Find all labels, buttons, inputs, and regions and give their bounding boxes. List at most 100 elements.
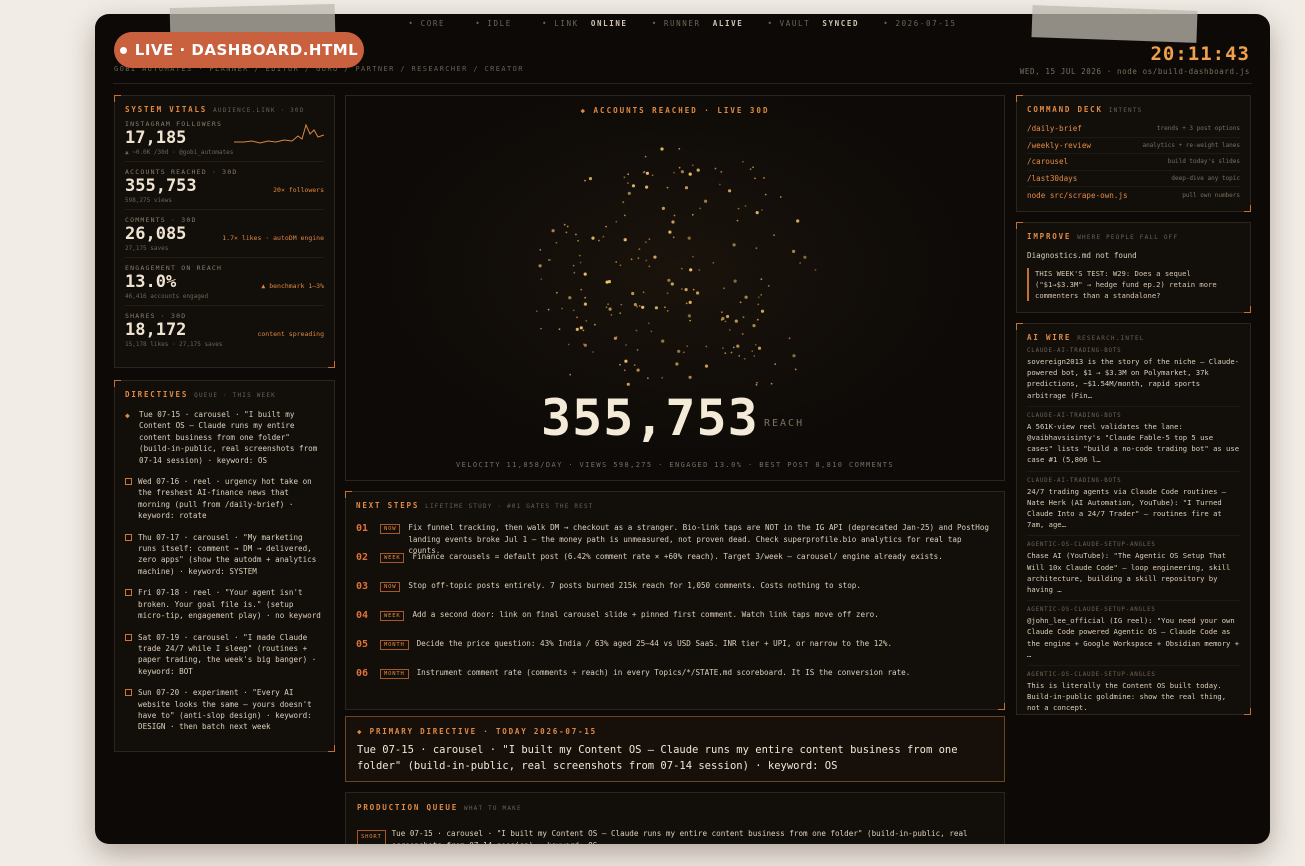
step-item[interactable]: 06 MONTH Instrument comment rate (commen… — [356, 667, 994, 696]
particle-dot — [651, 174, 654, 177]
particle-dot — [723, 287, 725, 290]
particle-dot — [704, 364, 709, 368]
particle-dot — [637, 257, 640, 260]
particle-dot — [623, 369, 626, 372]
particle-dot — [602, 235, 605, 238]
particle-dot — [756, 318, 759, 321]
particle-dot — [705, 345, 708, 348]
particle-dot — [686, 345, 689, 348]
particle-dot — [610, 314, 613, 316]
particle-dot — [757, 346, 762, 350]
particle-dot — [712, 262, 715, 264]
ai-wire-panel: AI WIRE RESEARCH.INTEL CLAUDE-AI-TRADING-… — [1016, 323, 1251, 715]
particle-dot — [673, 214, 676, 217]
command-item-daily-brief[interactable]: /daily-brief trends + 3 post options — [1027, 121, 1240, 138]
particle-dot — [752, 166, 754, 169]
command-item-weekly-review[interactable]: /weekly-review analytics + re-weight lan… — [1027, 138, 1240, 154]
particle-dot — [673, 171, 675, 174]
particle-dot — [680, 267, 683, 270]
particle-dot — [728, 189, 732, 193]
wire-item[interactable]: AGENTIC-OS-CLAUDE-SETUP-ANGLES @john_lee… — [1027, 607, 1240, 667]
sparkline-icon — [234, 123, 324, 144]
particle-dot — [721, 311, 723, 314]
checkbox-icon[interactable] — [125, 633, 132, 641]
particle-dot — [638, 248, 641, 251]
particle-dot — [645, 171, 649, 175]
particle-dot — [575, 327, 579, 331]
hero-stats: VELOCITY 11,858/DAY · VIEWS 598,275 · EN… — [456, 461, 894, 469]
particle-dot — [653, 255, 657, 259]
particle-dot — [540, 327, 542, 330]
particle-dot — [704, 199, 708, 203]
directive-item[interactable]: Wed 07-16 · reel · urgency hot take on t… — [125, 476, 324, 522]
particle-dot — [741, 333, 744, 335]
particle-dot — [583, 272, 587, 276]
checkbox-icon[interactable] — [125, 589, 132, 597]
particle-dot — [752, 324, 756, 328]
particle-dot — [667, 278, 671, 282]
directive-item[interactable]: ◆ Tue 07-15 · carousel · "I built my Con… — [125, 409, 324, 466]
particle-dot — [627, 191, 631, 195]
command-item-last30days[interactable]: /last30days deep-dive any topic — [1027, 171, 1240, 187]
particle-dot — [573, 271, 576, 274]
checkbox-icon[interactable] — [125, 478, 132, 486]
particle-dot — [551, 229, 555, 233]
wire-item[interactable]: CLAUDE-AI-TRADING-BOTS A 561K-view reel … — [1027, 413, 1240, 472]
checkbox-icon[interactable] — [125, 533, 132, 541]
particle-dot — [722, 347, 724, 350]
step-item[interactable]: 03 NOW Stop off-topic posts entirely. 7 … — [356, 580, 994, 609]
particle-dot — [591, 236, 595, 240]
particle-dot — [548, 259, 550, 261]
wire-item[interactable]: AGENTIC-OS-CLAUDE-SETUP-ANGLES Chase AI … — [1027, 542, 1240, 602]
particle-dot — [565, 231, 568, 234]
particle-dot — [688, 375, 692, 379]
particle-dot — [631, 184, 636, 188]
particle-dot — [688, 172, 692, 176]
particle-dot — [647, 322, 650, 325]
particle-dot — [572, 264, 575, 267]
particle-dot — [631, 291, 635, 296]
particle-dot — [696, 291, 700, 295]
particle-dot — [714, 167, 717, 170]
particle-dot — [648, 265, 651, 268]
particle-dot — [760, 294, 763, 296]
particle-dot — [678, 166, 681, 169]
step-item[interactable]: 05 MONTH Decide the price question: 43% … — [356, 638, 994, 667]
particle-dot — [732, 346, 735, 349]
directive-item[interactable]: Sat 07-19 · carousel · "I made Claude tr… — [125, 632, 324, 678]
particle-dot — [724, 352, 727, 355]
checkbox-icon[interactable] — [125, 689, 132, 697]
directive-item[interactable]: Thu 07-17 · carousel · "My marketing run… — [125, 532, 324, 578]
tape-strip-right — [1031, 5, 1198, 43]
particle-dot — [763, 177, 765, 179]
particle-dot — [760, 309, 765, 313]
particle-dot — [736, 344, 740, 348]
particle-dot — [680, 170, 684, 174]
particle-dot — [744, 205, 747, 207]
wire-item[interactable]: CLAUDE-AI-TRADING-BOTS 24/7 trading agen… — [1027, 478, 1240, 537]
clock: 20:11:43 — [1150, 43, 1250, 65]
particle-dot — [579, 261, 582, 264]
command-item-scrape-own[interactable]: node src/scrape-own.js pull own numbers — [1027, 187, 1240, 204]
directives-panel: DIRECTIVES QUEUE · THIS WEEK ◆ Tue 07-15 … — [114, 380, 335, 752]
particle-dot — [692, 288, 695, 291]
particle-dot — [773, 234, 775, 237]
panel-title: PRODUCTION QUEUE WHAT TO MAKE — [357, 803, 522, 812]
particle-dot — [647, 377, 649, 380]
particle-dot — [666, 186, 669, 189]
particle-dot — [687, 236, 691, 240]
directive-item[interactable]: Sun 07-20 · experiment · "Every AI websi… — [125, 687, 324, 733]
queue-item[interactable]: SHORT Tue 07-15 · carousel · "I built my… — [357, 828, 993, 844]
step-item[interactable]: 04 WEEK Add a second door: link on final… — [356, 609, 994, 638]
particle-dot — [767, 285, 770, 287]
command-item-carousel[interactable]: /carousel build today's slides — [1027, 154, 1240, 171]
particle-dot — [607, 303, 609, 306]
particle-dot — [588, 177, 593, 181]
wire-item[interactable]: CLAUDE-AI-TRADING-BOTS sovereign2013 is … — [1027, 348, 1240, 407]
step-item[interactable]: 02 WEEK Finance carousels = default post… — [356, 551, 994, 580]
step-item[interactable]: 01 NOW Fix funnel tracking, then walk DM… — [356, 522, 994, 555]
particle-dot — [755, 384, 758, 386]
wire-item[interactable]: AGENTIC-OS-CLAUDE-SETUP-ANGLES This is l… — [1027, 672, 1240, 719]
status-runner: • RUNNER ALIVE — [651, 19, 744, 28]
directive-item[interactable]: Fri 07-18 · reel · "Your agent isn't bro… — [125, 587, 324, 621]
